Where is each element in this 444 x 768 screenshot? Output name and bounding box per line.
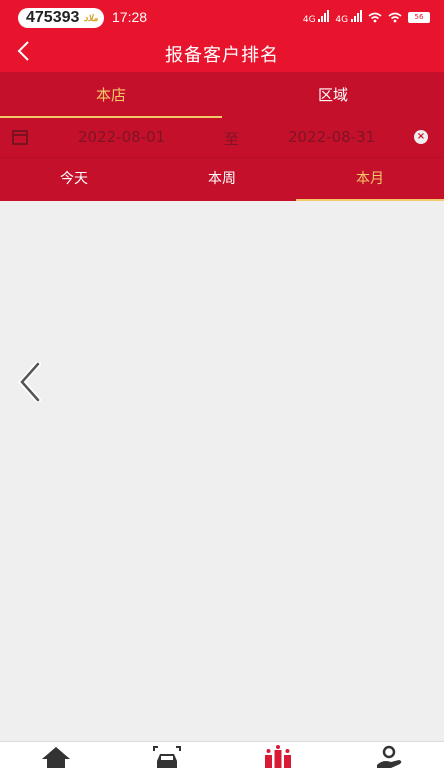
nav-ranking[interactable]	[222, 742, 333, 768]
tab-this-month[interactable]: 本月	[296, 158, 444, 201]
nav-customer[interactable]	[333, 742, 444, 768]
clear-icon[interactable]: ×	[414, 130, 428, 144]
tab-this-week[interactable]: 本周	[148, 158, 296, 201]
status-time: 17:28	[112, 9, 148, 25]
wifi-icon	[388, 12, 402, 23]
bottom-nav	[0, 741, 444, 768]
nav-car-scan[interactable]	[111, 742, 222, 768]
signal-4g-1: 4G	[303, 10, 330, 25]
tab-today[interactable]: 今天	[0, 158, 148, 201]
battery-indicator: 56	[408, 12, 430, 23]
badge-number: 475393	[26, 9, 80, 26]
edge-back-gesture-icon[interactable]	[18, 362, 42, 402]
start-date-field[interactable]: 2022-08-01	[78, 128, 165, 146]
calendar-icon[interactable]	[12, 130, 28, 145]
date-range-filter: 2022-08-01 至 2022-08-31 ×	[0, 118, 444, 158]
system-icons: 4G 4G 56	[303, 10, 430, 25]
ranking-list-area[interactable]	[0, 201, 444, 741]
date-separator: 至	[224, 130, 240, 148]
ranking-icon	[264, 745, 291, 768]
status-bar: 475393 ملاد 17:28 4G 4G 56	[0, 0, 444, 34]
page-title: 报备客户排名	[165, 45, 279, 66]
scope-tabs: 本店 区域	[0, 72, 444, 118]
signal-icon	[318, 10, 330, 22]
home-icon	[41, 747, 70, 768]
signal-4g-2: 4G	[335, 10, 362, 25]
header: 报备客户排名	[0, 34, 444, 72]
nav-home[interactable]	[0, 742, 111, 768]
end-date-field[interactable]: 2022-08-31	[288, 128, 375, 146]
car-scan-icon	[152, 746, 181, 768]
customer-hand-icon	[376, 745, 401, 768]
period-tabs: 今天 本周 本月	[0, 158, 444, 201]
signal-icon	[351, 10, 362, 22]
badge-brand: ملاد	[83, 13, 98, 23]
tab-store[interactable]: 本店	[0, 72, 222, 118]
wifi-icon	[368, 12, 382, 23]
floating-badge[interactable]: 475393 ملاد	[18, 8, 104, 28]
tab-region[interactable]: 区域	[222, 72, 444, 118]
